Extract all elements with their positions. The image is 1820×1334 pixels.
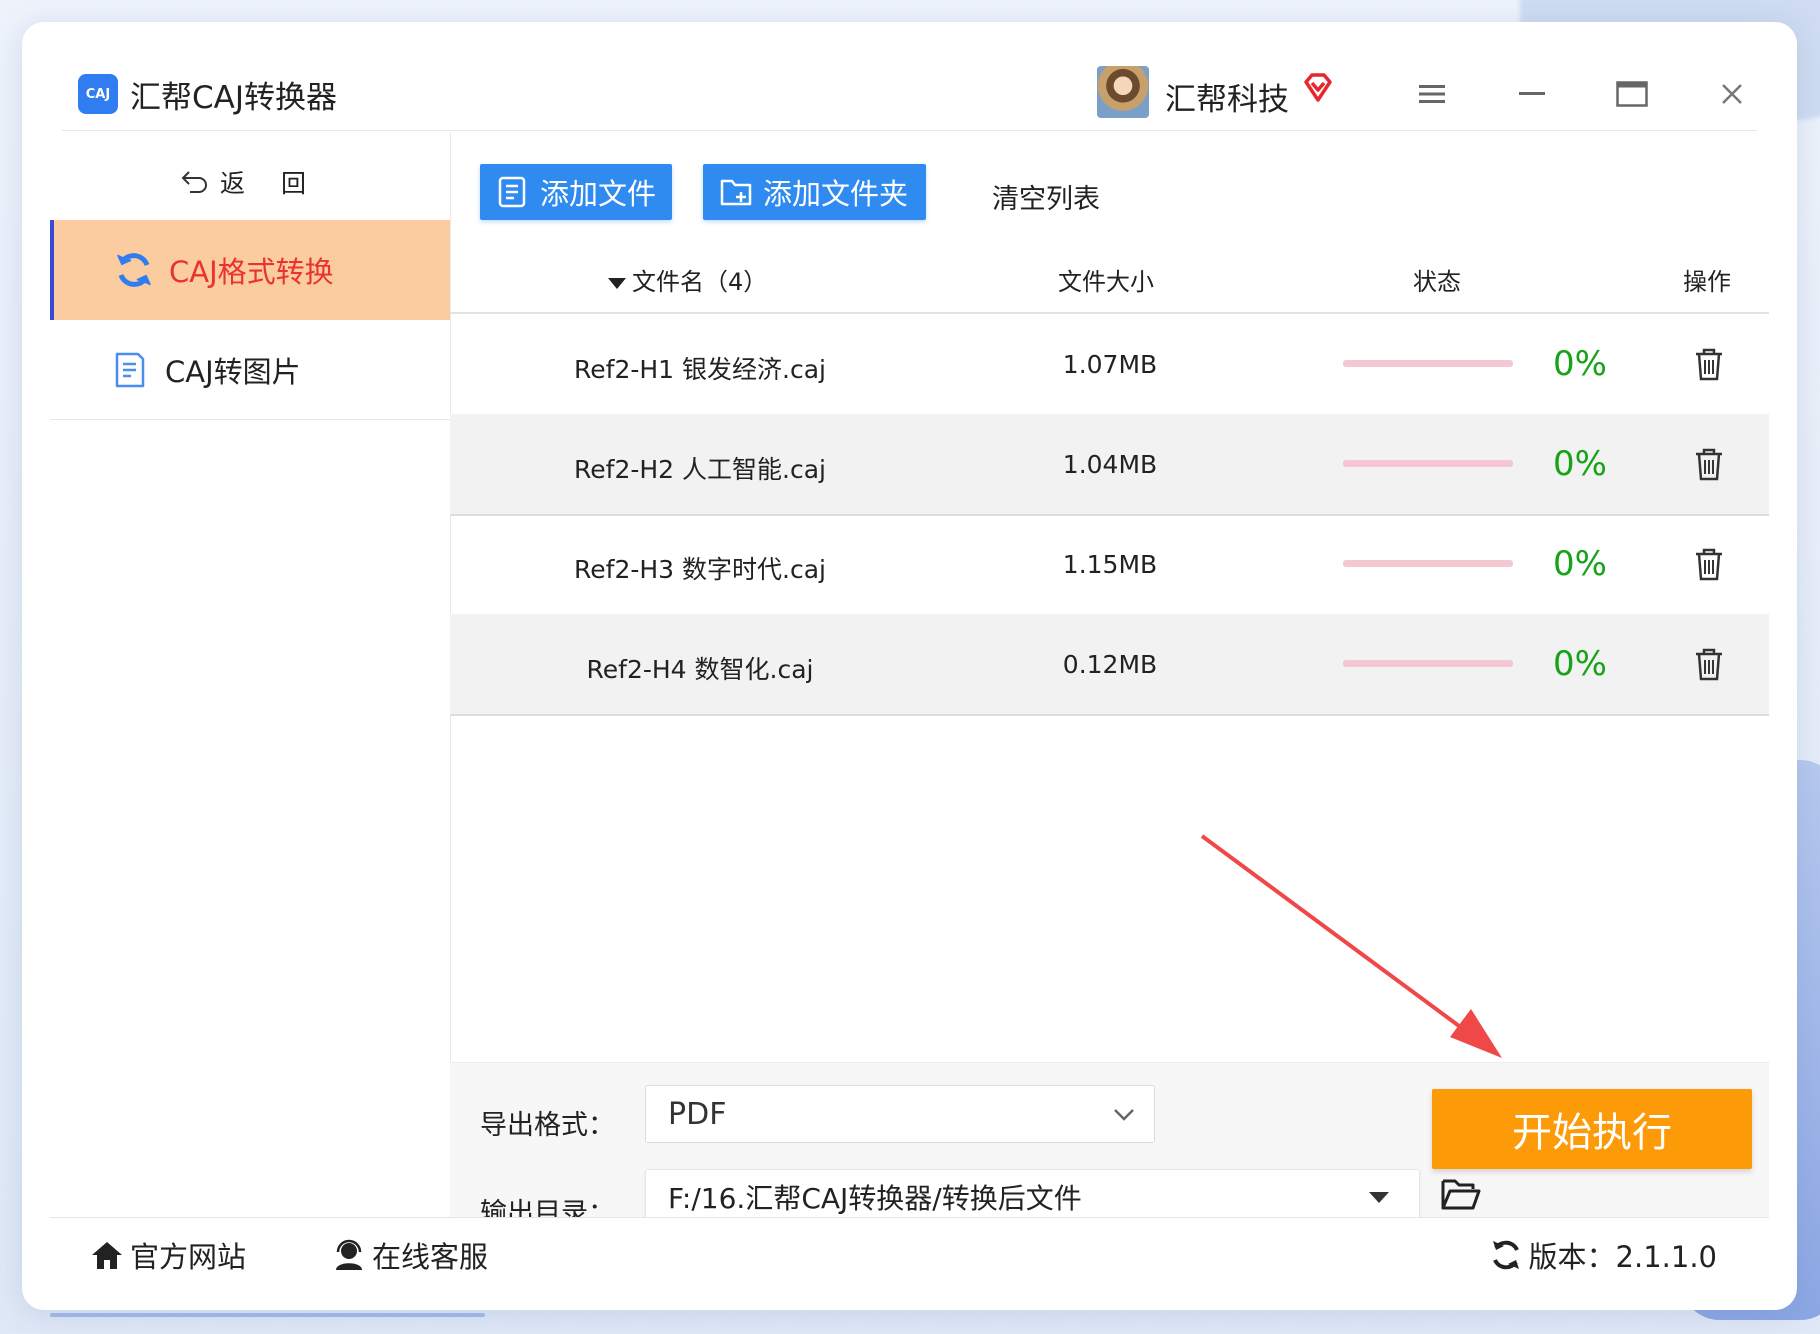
sidebar: 返 回 CAJ格式转换 CAJ转图片 [50, 132, 451, 1217]
main-panel: 添加文件 添加文件夹 清空列表 文件名（4） 文件大小 状态 操作 Ref2-H… [450, 132, 1769, 1263]
maximize-icon[interactable] [1612, 77, 1652, 111]
annotation-arrow [1200, 834, 1502, 1058]
official-site-link[interactable]: 官方网站 [90, 1234, 246, 1276]
sidebar-item-label: CAJ转图片 [165, 354, 301, 389]
version-label: 版本：2.1.1.0 [1528, 1240, 1717, 1274]
update-icon [1492, 1240, 1519, 1270]
vip-diamond-icon[interactable] [1300, 70, 1336, 106]
back-label: 返 回 [220, 169, 320, 198]
customer-service-icon [336, 1239, 362, 1270]
company-name[interactable]: 汇帮科技 [1165, 74, 1289, 119]
dropdown-arrow-icon [1369, 1192, 1389, 1203]
refresh-icon [109, 245, 159, 295]
user-avatar[interactable] [1097, 66, 1149, 118]
online-service-label: 在线客服 [372, 1240, 489, 1274]
footer: 官方网站 在线客服 版本：2.1.1.0 [50, 1217, 1769, 1288]
sidebar-item-caj-to-image[interactable]: CAJ转图片 [50, 320, 450, 420]
official-site-label: 官方网站 [130, 1240, 247, 1274]
home-icon [92, 1242, 122, 1269]
app-title: 汇帮CAJ转换器 [130, 80, 337, 116]
version-info[interactable]: 版本：2.1.1.0 [1489, 1234, 1717, 1276]
sidebar-item-label: CAJ格式转换 [169, 255, 334, 289]
app-logo-icon: CAJ [78, 74, 118, 114]
sidebar-item-caj-format-convert[interactable]: CAJ格式转换 [50, 220, 450, 320]
document-icon [105, 345, 155, 395]
title-bar: CAJ 汇帮CAJ转换器 汇帮科技 [22, 22, 1797, 132]
title-divider [62, 130, 1757, 131]
output-dir-value: F:/16.汇帮CAJ转换器/转换后文件 [668, 1182, 1082, 1215]
online-service-link[interactable]: 在线客服 [332, 1234, 488, 1276]
taskbar-indicator [50, 1313, 485, 1317]
close-icon[interactable] [1712, 77, 1752, 111]
minimize-icon[interactable] [1512, 77, 1552, 111]
back-arrow-icon [181, 171, 208, 193]
open-folder-icon[interactable] [1440, 1175, 1482, 1213]
app-window: CAJ 汇帮CAJ转换器 汇帮科技 返 回 CAJ格式转换 CAJ转图片 添加文… [22, 22, 1797, 1310]
back-button[interactable]: 返 回 [50, 152, 450, 212]
menu-icon[interactable] [1412, 77, 1452, 111]
